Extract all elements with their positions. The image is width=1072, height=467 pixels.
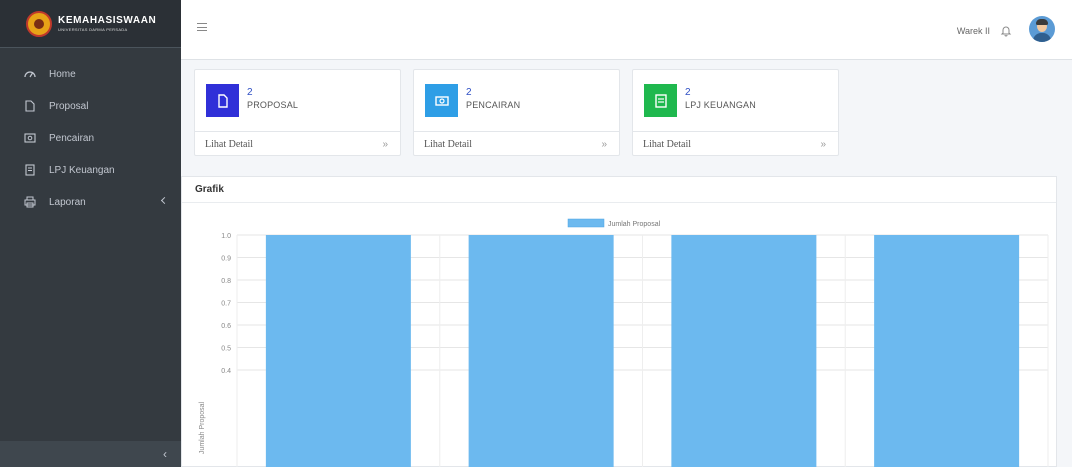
university-logo-icon [26,10,52,37]
legend-swatch [567,218,605,228]
brand-subtitle: UNIVERSITAS DARMA PERSADA [58,26,128,32]
brand[interactable]: KEMAHASISWAAN UNIVERSITAS DARMA PERSADA [0,0,181,48]
chevron-down-icon [160,196,169,205]
y-tick-label: 1.0 [221,233,231,240]
pencairan-detail-link[interactable]: Lihat Detail » [414,131,619,156]
lpj-keuangan-detail-link[interactable]: Lihat Detail » [633,131,838,156]
bar [265,235,411,467]
sidebar-item-lpj-keuangan[interactable]: LPJ Keuangan [0,154,181,186]
bar [874,235,1020,467]
top-navbar: Warek II [181,0,1072,60]
chevron-left-icon: ‹ [163,447,167,461]
y-tick-label: 0.5 [221,346,231,353]
bell-icon[interactable] [1000,24,1012,37]
double-chevron-right-icon: » [820,138,826,150]
sidebar-collapse-button[interactable]: ‹ [0,441,181,467]
info-box-lpj-keuangan: 2 LPJ KEUANGAN Lihat Detail » [632,69,839,156]
bar [468,235,614,467]
book-icon [644,84,677,117]
y-tick-label: 0.8 [221,278,231,285]
hamburger-menu-icon[interactable] [197,23,207,31]
y-axis-label: Jumlah Proposal [199,401,206,454]
detail-link-label: Lihat Detail [424,138,473,150]
user-name[interactable]: Warek II [957,26,990,36]
pencairan-count: 2 [466,87,472,98]
detail-link-label: Lihat Detail [643,138,692,150]
print-icon [24,196,36,208]
proposal-count: 2 [247,87,253,98]
proposal-label: PROPOSAL [247,100,299,110]
proposal-detail-link[interactable]: Lihat Detail » [195,131,400,156]
pencairan-label: PENCAIRAN [466,100,521,110]
file-icon [206,84,239,117]
bar-chart: Jumlah Proposal 1.0 0.9 0.8 0.7 0.6 0.5 0.4 Juml… [199,218,1049,467]
double-chevron-right-icon: » [382,138,388,150]
card-title: Grafik [182,177,1056,203]
money-icon [24,132,36,144]
sidebar-item-label: Pencairan [49,132,95,144]
money-icon [425,84,458,117]
bar [671,235,817,467]
y-tick-label: 0.9 [221,256,231,263]
chart-card: Grafik Jumlah Proposal 1.0 0.9 0.8 0.7 0.6 0.5… [181,176,1057,467]
detail-link-label: Lihat Detail [205,138,254,150]
y-tick-label: 0.7 [221,301,231,308]
sidebar-item-laporan[interactable]: Laporan [0,186,181,218]
dashboard-icon [24,68,36,80]
info-box-pencairan: 2 PENCAIRAN Lihat Detail » [413,69,620,156]
sidebar-item-label: Home [49,68,76,80]
sidebar-item-label: Laporan [49,196,86,208]
file-icon [24,100,36,112]
sidebar-nav: Home Proposal Pencairan LPJ Keuangan Lap… [0,58,181,218]
book-icon [24,164,36,176]
legend-label: Jumlah Proposal [608,221,661,228]
user-avatar-icon[interactable] [1029,16,1055,42]
sidebar-item-label: LPJ Keuangan [49,164,115,176]
brand-title: KEMAHASISWAAN [58,14,157,26]
sidebar-item-home[interactable]: Home [0,58,181,90]
y-tick-label: 0.4 [221,368,231,375]
y-tick-label: 0.6 [221,323,231,330]
sidebar-item-proposal[interactable]: Proposal [0,90,181,122]
sidebar-item-label: Proposal [49,100,89,112]
sidebar: KEMAHASISWAAN UNIVERSITAS DARMA PERSADA … [0,0,181,467]
lpj-keuangan-label: LPJ KEUANGAN [685,100,756,110]
sidebar-item-pencairan[interactable]: Pencairan [0,122,181,154]
info-box-proposal: 2 PROPOSAL Lihat Detail » [194,69,401,156]
double-chevron-right-icon: » [601,138,607,150]
lpj-keuangan-count: 2 [685,87,691,98]
